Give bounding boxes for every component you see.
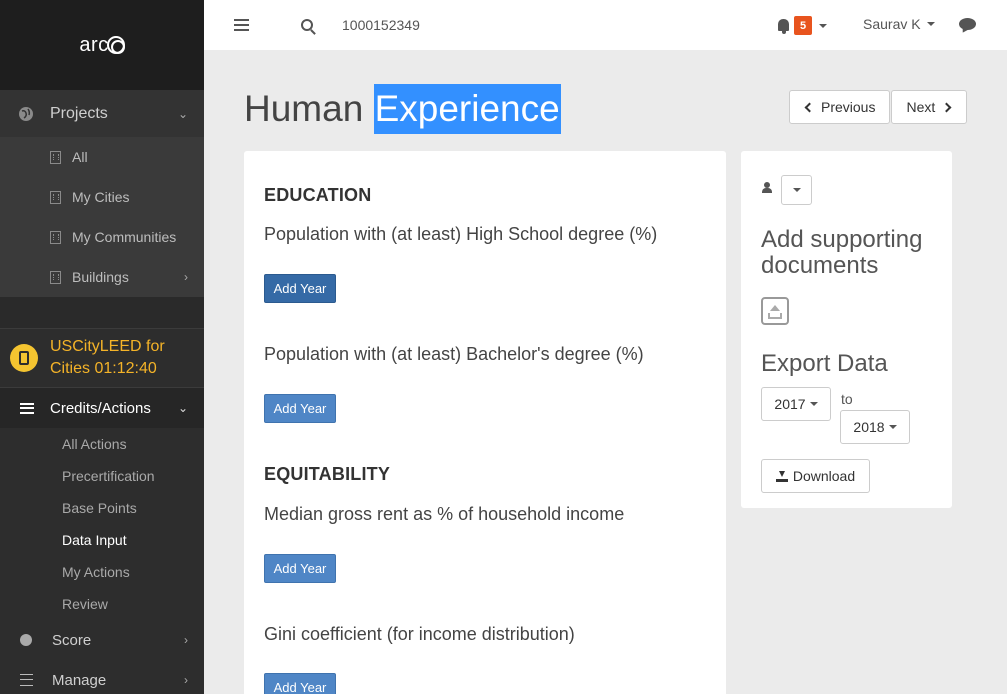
score-icon bbox=[20, 634, 32, 646]
credits-subnav: All Actions Precertification Base Points… bbox=[0, 428, 204, 620]
logo-rings-icon bbox=[106, 36, 125, 54]
user-icon bbox=[762, 182, 772, 194]
sidebar-item-label: My Cities bbox=[72, 189, 130, 205]
from-year-value: 2017 bbox=[774, 396, 806, 412]
sidebar-item-my-cities[interactable]: My Cities bbox=[0, 177, 204, 217]
section-equitability-title: EQUITABILITY bbox=[264, 464, 391, 484]
search-icon[interactable] bbox=[301, 19, 313, 31]
question-median-rent: Median gross rent as % of household inco… bbox=[264, 504, 625, 524]
section-education-title: EDUCATION bbox=[264, 185, 372, 205]
question-gini: Gini coefficient (for income distributio… bbox=[264, 624, 575, 644]
assignee-dropdown-button[interactable] bbox=[781, 175, 812, 205]
nav-manage[interactable]: Manage › bbox=[0, 660, 204, 694]
globe-icon bbox=[18, 106, 34, 122]
sidebar-item-label: My Communities bbox=[72, 229, 177, 245]
sidebar: arc Projects ⌄ All My Cities My Communit… bbox=[0, 0, 204, 694]
sidebar-item-my-actions[interactable]: My Actions bbox=[0, 556, 204, 588]
sidebar-item-review[interactable]: Review bbox=[0, 588, 204, 620]
bell-icon[interactable] bbox=[778, 19, 789, 34]
building-icon bbox=[50, 190, 61, 204]
chat-icon[interactable] bbox=[959, 18, 976, 30]
nav-credits-actions[interactable]: Credits/Actions ⌄ bbox=[0, 388, 204, 428]
caret-down-icon bbox=[888, 425, 897, 429]
chevron-right-icon: › bbox=[184, 633, 188, 647]
supporting-line1: Add supporting bbox=[761, 226, 923, 253]
timer-line1: USCityLEED for bbox=[50, 338, 165, 355]
list-icon bbox=[20, 402, 34, 414]
caret-down-icon[interactable] bbox=[819, 24, 827, 28]
nav-projects-label: Projects bbox=[50, 104, 108, 122]
side-panel: Add supporting documents Export Data 201… bbox=[741, 151, 952, 508]
data-input-card: EDUCATION Population with (at least) Hig… bbox=[244, 151, 726, 694]
building-icon bbox=[50, 270, 61, 284]
next-button[interactable]: Next bbox=[891, 90, 968, 124]
chevron-down-icon: ⌄ bbox=[177, 106, 188, 121]
nav-manage-label: Manage bbox=[52, 671, 107, 689]
user-menu[interactable]: Saurav K bbox=[863, 16, 935, 32]
sidebar-item-my-communities[interactable]: My Communities bbox=[0, 217, 204, 257]
sidebar-item-buildings[interactable]: Buildings › bbox=[0, 257, 204, 297]
question-bachelors: Population with (at least) Bachelor's de… bbox=[264, 344, 644, 364]
nav-projects[interactable]: Projects ⌄ bbox=[0, 90, 204, 137]
sidebar-item-label: All bbox=[72, 149, 88, 165]
timer-line2: Cities 01:12:40 bbox=[50, 360, 157, 377]
sidebar-spacer bbox=[0, 297, 204, 328]
sidebar-item-data-input[interactable]: Data Input bbox=[0, 524, 204, 556]
nav-score-label: Score bbox=[52, 631, 92, 649]
previous-label: Previous bbox=[821, 99, 876, 115]
caret-down-icon bbox=[792, 188, 801, 192]
sidebar-item-all[interactable]: All bbox=[0, 137, 204, 177]
chevron-right-icon: › bbox=[184, 270, 188, 284]
caret-down-icon bbox=[926, 22, 935, 26]
question-high-school: Population with (at least) High School d… bbox=[264, 224, 658, 244]
page-title: Human Experience bbox=[244, 84, 561, 134]
download-icon bbox=[775, 470, 788, 482]
user-name: Saurav K bbox=[863, 16, 921, 32]
to-label: to bbox=[841, 391, 853, 407]
title-part1: Human bbox=[244, 88, 364, 129]
download-label: Download bbox=[792, 468, 856, 484]
chevron-right-icon: › bbox=[184, 673, 188, 687]
nav-credits-label: Credits/Actions bbox=[50, 399, 151, 417]
add-year-button[interactable]: Add Year bbox=[264, 274, 336, 303]
next-label: Next bbox=[906, 99, 936, 115]
search-input[interactable]: 1000152349 bbox=[342, 17, 420, 33]
supporting-docs-heading: Add supporting documents bbox=[761, 227, 922, 279]
caret-down-icon bbox=[809, 402, 818, 406]
sidebar-item-precertification[interactable]: Precertification bbox=[0, 460, 204, 492]
chevron-down-icon: ⌄ bbox=[177, 401, 188, 415]
projects-subnav: All My Cities My Communities Buildings › bbox=[0, 137, 204, 297]
timer-text: USCityLEED for Cities 01:12:40 bbox=[50, 336, 165, 380]
logo-text: arc bbox=[79, 33, 109, 56]
add-year-button[interactable]: Add Year bbox=[264, 394, 336, 423]
add-year-button[interactable]: Add Year bbox=[264, 554, 336, 583]
previous-button[interactable]: Previous bbox=[789, 90, 891, 124]
notification-badge[interactable]: 5 bbox=[794, 16, 812, 35]
from-year-select[interactable]: 2017 bbox=[761, 387, 831, 421]
sidebar-item-base-points[interactable]: Base Points bbox=[0, 492, 204, 524]
sliders-icon bbox=[20, 674, 33, 686]
add-year-button[interactable]: Add Year bbox=[264, 673, 336, 694]
building-icon bbox=[50, 150, 61, 164]
chevron-left-icon bbox=[804, 102, 815, 112]
sidebar-item-label: Buildings bbox=[72, 269, 129, 285]
supporting-line2: documents bbox=[761, 252, 879, 279]
top-bar: 1000152349 5 Saurav K bbox=[204, 0, 1007, 50]
sidebar-item-all-actions[interactable]: All Actions bbox=[0, 428, 204, 460]
upload-icon[interactable] bbox=[761, 297, 789, 325]
download-button[interactable]: Download bbox=[761, 459, 870, 493]
nav-score[interactable]: Score › bbox=[0, 620, 204, 660]
chevron-right-icon bbox=[941, 102, 952, 112]
hamburger-menu-icon[interactable] bbox=[234, 19, 249, 31]
arc-logo[interactable]: arc bbox=[79, 33, 125, 57]
project-timer[interactable]: USCityLEED for Cities 01:12:40 bbox=[0, 328, 204, 388]
logo-area: arc bbox=[0, 0, 204, 90]
export-data-heading: Export Data bbox=[761, 350, 888, 377]
phone-icon bbox=[10, 344, 38, 372]
to-year-value: 2018 bbox=[853, 419, 885, 435]
title-part2-selected: Experience bbox=[373, 84, 561, 134]
pager: Previous Next bbox=[789, 90, 968, 124]
building-icon bbox=[50, 230, 61, 244]
to-year-select[interactable]: 2018 bbox=[840, 410, 910, 444]
